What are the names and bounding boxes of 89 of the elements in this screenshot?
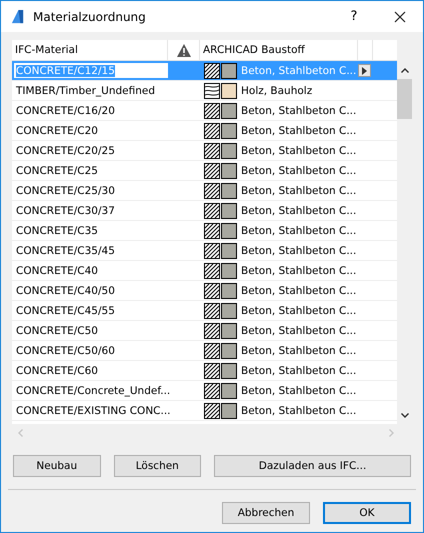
table-cell: CONCRETE/C30/37	[16, 204, 115, 216]
table-row[interactable]: CONCRETE/C45/55 Beton, Stahlbeton C...	[12, 301, 397, 321]
close-icon	[394, 10, 406, 22]
diagonal-hatch-icon	[204, 182, 220, 198]
table-cell: Beton, Stahlbeton C...	[241, 204, 356, 216]
chevron-down-icon	[400, 413, 408, 418]
table-cell: Beton, Stahlbeton C...	[241, 364, 356, 376]
table-cell: Beton, Stahlbeton C...	[241, 244, 356, 256]
action-button[interactable]: Löschen	[114, 455, 202, 477]
diagonal-hatch-icon	[204, 242, 220, 258]
diagonal-hatch-icon	[204, 322, 220, 338]
warning-icon	[176, 42, 192, 58]
diagonal-hatch-icon	[204, 302, 220, 318]
diagonal-hatch-icon	[204, 402, 220, 418]
diagonal-hatch-icon	[204, 282, 220, 298]
window-title: Materialzuordnung	[33, 10, 146, 24]
help-button[interactable]: ?	[331, 1, 377, 32]
diagonal-hatch-icon	[204, 382, 220, 398]
table-cell: CONCRETE/C60	[16, 364, 98, 376]
diagonal-hatch-icon	[204, 202, 220, 218]
table-cell: Beton, Stahlbeton C...	[241, 224, 356, 236]
dialog-button[interactable]: OK	[323, 502, 411, 524]
table-row[interactable]: CONCRETE/C40/50 Beton, Stahlbeton C...	[12, 281, 397, 301]
table-cell: CONCRETE/C50	[16, 324, 98, 336]
table-cell: Beton, Stahlbeton C...	[241, 164, 356, 176]
wavy-hatch-icon	[204, 82, 220, 98]
table-row[interactable]: CONCRETE/EXISTING CONC... Beton, Stahlbeton C...	[12, 401, 397, 421]
table-row[interactable]: CONCRETE/C50 Beton, Stahlbeton C...	[12, 321, 397, 341]
table-cell: Beton, Stahlbeton C...	[241, 264, 356, 276]
table-cell: Beton, Stahlbeton C...	[241, 304, 356, 316]
table-row[interactable]: CONCRETE/C20/25 Beton, Stahlbeton C...	[12, 141, 397, 161]
chevron-left-icon[interactable]	[18, 428, 23, 436]
table-cell: CONCRETE/C45/55	[16, 304, 115, 316]
table-row[interactable]: CONCRETE/C50/60 Beton, Stahlbeton C...	[12, 341, 397, 361]
table-row[interactable]: CONCRETE/C16/20 Beton, Stahlbeton C...	[12, 101, 397, 121]
table-row[interactable]: CONCRETE/C40 Beton, Stahlbeton C...	[12, 261, 397, 281]
table-cell: Beton, Stahlbeton C...	[241, 384, 356, 396]
action-button[interactable]: Dazuladen aus IFC...	[214, 455, 411, 477]
table-row[interactable]: CONCRETE/C35/45 Beton, Stahlbeton C...	[12, 241, 397, 261]
table-cell: Beton, Stahlbeton C...	[241, 184, 356, 196]
table-cell: CONCRETE/C20	[16, 124, 98, 136]
diagonal-hatch-icon	[204, 142, 220, 158]
table-cell: CONCRETE/C50/60	[16, 344, 115, 356]
table-row[interactable]: CONCRETE/C30/37 Beton, Stahlbeton C...	[12, 201, 397, 221]
action-button[interactable]: Neubau	[13, 455, 101, 477]
table-cell: Beton, Stahlbeton C...	[241, 144, 356, 156]
table-cell: CONCRETE/C40	[16, 264, 98, 276]
diagonal-hatch-icon	[204, 362, 220, 378]
table-row[interactable]: CONCRETE/C60 Beton, Stahlbeton C...	[12, 361, 397, 381]
popup-button[interactable]	[358, 64, 371, 77]
table-cell: CONCRETE/C35	[16, 224, 98, 236]
table-row[interactable]: CONCRETE/C20 Beton, Stahlbeton C...	[12, 121, 397, 141]
table-cell: CONCRETE/EXISTING CONC...	[16, 404, 171, 416]
triangle-right-icon	[362, 66, 367, 74]
dialog-button[interactable]: Abbrechen	[222, 502, 310, 524]
app-icon	[10, 9, 25, 24]
table-row[interactable]: CONCRETE/C35 Beton, Stahlbeton C...	[12, 221, 397, 241]
scroll-thumb[interactable]	[397, 79, 412, 119]
diagonal-hatch-icon	[204, 262, 220, 278]
table-cell: CONCRETE/C25	[16, 164, 98, 176]
chevron-up-icon	[400, 68, 408, 73]
table-row[interactable]: CONCRETE/C25 Beton, Stahlbeton C...	[12, 161, 397, 181]
table-cell: CONCRETE/C35/45	[16, 244, 115, 256]
diagonal-hatch-icon	[204, 62, 220, 78]
table-cell: CONCRETE/C25/30	[16, 184, 115, 196]
diagonal-hatch-icon	[204, 162, 220, 178]
diagonal-hatch-icon	[204, 342, 220, 358]
table-row[interactable]: CONCRETE/Concrete_Undef... Beton, Stahlbeton C...	[12, 381, 397, 401]
table-cell: Holz, Bauholz	[241, 84, 312, 96]
table-row[interactable]: TIMBER/Timber_Undefined Holz, Bauholz	[12, 81, 397, 101]
chevron-right-icon[interactable]	[389, 428, 394, 436]
column-header[interactable]: IFC-Material	[12, 40, 168, 60]
table-cell: Beton, Stahlbeton C...	[241, 344, 356, 356]
column-header[interactable]: ARCHICAD Baustoff	[200, 40, 358, 60]
table-cell: Beton, Stahlbeton C...	[241, 124, 356, 136]
table-cell: Beton, Stahlbeton C...	[241, 284, 356, 296]
table-cell: Beton, Stahlbeton C...	[241, 324, 356, 336]
table-cell: Beton, Stahlbeton C...	[241, 64, 356, 76]
table-cell: Beton, Stahlbeton C...	[241, 404, 356, 416]
table-cell: TIMBER/Timber_Undefined	[16, 84, 156, 96]
diagonal-hatch-icon	[204, 122, 220, 138]
table-row[interactable]: CONCRETE/C25/30 Beton, Stahlbeton C...	[12, 181, 397, 201]
table-cell: CONCRETE/C16/20	[16, 104, 115, 116]
diagonal-hatch-icon	[204, 102, 220, 118]
table-cell: CONCRETE/C40/50	[16, 284, 115, 296]
table-cell: CONCRETE/Concrete_Undef...	[16, 384, 170, 396]
table-cell: CONCRETE/C20/25	[16, 144, 115, 156]
table-cell: Beton, Stahlbeton C...	[241, 104, 356, 116]
diagonal-hatch-icon	[204, 222, 220, 238]
